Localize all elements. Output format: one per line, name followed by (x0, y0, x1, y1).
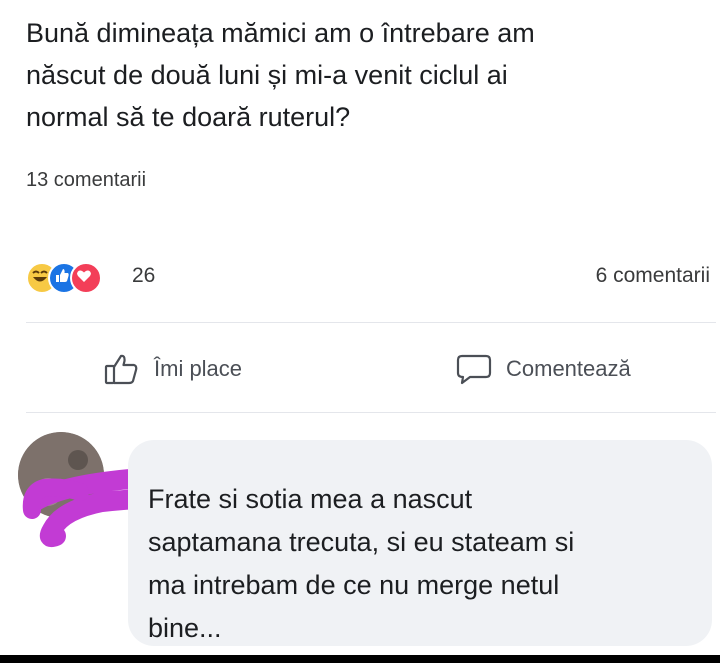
reaction-count[interactable]: 26 (132, 264, 155, 288)
comments-count[interactable]: 6 comentarii (596, 264, 710, 288)
thumbs-up-icon (104, 354, 138, 385)
comment: Frate si sotia mea a nascut saptamana tr… (0, 418, 720, 663)
reaction-icons[interactable] (26, 258, 126, 294)
bottom-bar (0, 655, 720, 663)
divider (26, 322, 716, 323)
comment-text: Frate si sotia mea a nascut saptamana tr… (148, 484, 575, 643)
comment-icon (456, 354, 492, 385)
comment-button[interactable]: Comentează (456, 346, 631, 392)
comment-bubble: Frate si sotia mea a nascut saptamana tr… (128, 440, 712, 646)
like-button[interactable]: Îmi place (104, 346, 242, 392)
divider (26, 412, 716, 413)
reactions-row: 26 6 comentarii (26, 258, 716, 294)
post-text: Bună dimineața mămici am o întrebare am … (26, 18, 535, 132)
like-label: Îmi place (154, 356, 243, 381)
love-icon (70, 262, 102, 294)
comments-count-top[interactable]: 13 comentarii (26, 169, 146, 192)
comment-label: Comentează (506, 356, 631, 381)
